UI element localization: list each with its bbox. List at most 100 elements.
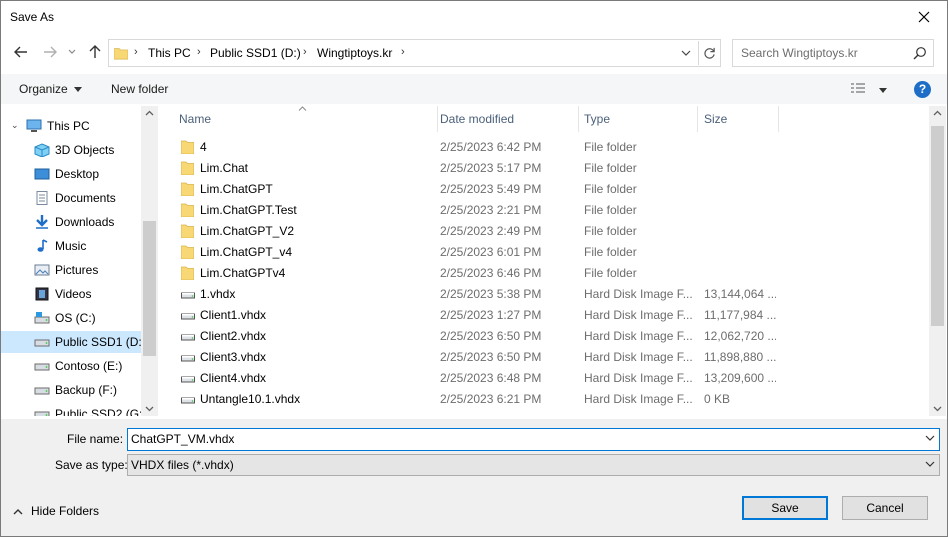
forward-button[interactable]	[42, 44, 58, 60]
file-row[interactable]: Client4.vhdx 2/25/2023 6:48 PM Hard Disk I…	[173, 368, 778, 389]
drive-icon	[34, 312, 50, 324]
file-name-cell: Lim.Chat	[200, 161, 249, 175]
file-type-cell: Hard Disk Image F...	[584, 392, 692, 406]
cancel-button[interactable]: Cancel	[842, 496, 928, 520]
close-button[interactable]	[901, 1, 947, 33]
scroll-down-icon[interactable]	[929, 402, 946, 416]
file-row[interactable]: 4 2/25/2023 6:42 PM File folder	[173, 137, 778, 158]
recent-locations-button[interactable]	[67, 44, 77, 60]
sidebar-item-public-ssd2[interactable]: Public SSD2 (G:)	[1, 403, 146, 416]
breadcrumb-public-ssd1[interactable]: Public SSD1 (D:)	[210, 46, 301, 60]
vhdx-icon	[181, 350, 195, 367]
documents-icon	[36, 191, 48, 205]
date-modified-cell: 2/25/2023 1:27 PM	[440, 308, 542, 322]
scrollbar-thumb[interactable]	[143, 221, 156, 356]
file-row[interactable]: Lim.ChatGPT.Test 2/25/2023 2:21 PM File fo…	[173, 200, 778, 221]
date-modified-cell: 2/25/2023 2:21 PM	[440, 203, 542, 217]
column-divider[interactable]	[778, 106, 779, 132]
date-modified-cell: 2/25/2023 6:48 PM	[440, 371, 542, 385]
sidebar-item-label: Pictures	[55, 263, 99, 277]
file-row[interactable]: Lim.ChatGPT 2/25/2023 5:49 PM File folder	[173, 179, 778, 200]
search-box[interactable]: Search Wingtiptoys.kr	[732, 39, 934, 67]
chevron-down-icon[interactable]	[925, 434, 935, 442]
close-icon	[918, 11, 930, 23]
file-row[interactable]: Lim.ChatGPT_v4 2/25/2023 6:01 PM File fold…	[173, 242, 778, 263]
organize-label: Organize	[19, 82, 68, 96]
refresh-button[interactable]	[698, 41, 720, 65]
file-size-cell: 13,209,600 ...	[704, 371, 776, 385]
sidebar-item-music[interactable]: Music	[1, 235, 141, 257]
sidebar-item-documents[interactable]: Documents	[1, 187, 141, 209]
sidebar-item-downloads[interactable]: Downloads	[1, 211, 141, 233]
change-view-button[interactable]	[850, 82, 888, 97]
file-row[interactable]: 1.vhdx 2/25/2023 5:38 PM Hard Disk Image F…	[173, 284, 778, 305]
hide-folders-label: Hide Folders	[31, 504, 100, 518]
help-button[interactable]: ?	[914, 81, 931, 98]
sidebar-item-label: Music	[55, 239, 87, 253]
chevron-down-icon	[925, 461, 935, 467]
file-name-cell: Lim.ChatGPT_v4	[200, 245, 293, 259]
chevron-down-icon[interactable]: ⌄	[11, 120, 19, 131]
file-row[interactable]: Client2.vhdx 2/25/2023 6:50 PM Hard Disk I…	[173, 326, 778, 347]
hide-folders-button[interactable]: Hide Folders	[13, 504, 99, 518]
file-type-cell: Hard Disk Image F...	[584, 350, 692, 364]
navigation-pane-scrollbar[interactable]	[141, 106, 158, 416]
sidebar-item-videos[interactable]: Videos	[1, 283, 141, 305]
sidebar-item-contoso-e[interactable]: Contoso (E:)	[1, 355, 141, 377]
up-button[interactable]	[87, 44, 103, 60]
music-icon	[37, 239, 48, 252]
sidebar-item-label: OS (C:)	[55, 311, 96, 325]
details-view-icon	[851, 83, 865, 93]
sidebar-item-backup-f[interactable]: Backup (F:)	[1, 379, 141, 401]
date-modified-cell: 2/25/2023 5:49 PM	[440, 182, 542, 196]
breadcrumb-separator: ›	[303, 46, 307, 58]
scroll-down-icon[interactable]	[141, 402, 158, 416]
sidebar-item-this-pc[interactable]: ⌄ This PC	[1, 115, 141, 137]
sidebar-item-label: Videos	[55, 287, 92, 301]
folder-icon	[180, 224, 195, 241]
file-type-cell: Hard Disk Image F...	[584, 371, 692, 385]
window-title: Save As	[10, 10, 55, 24]
file-row[interactable]: Lim.ChatGPTv4 2/25/2023 6:46 PM File folde…	[173, 263, 778, 284]
sidebar-item-desktop[interactable]: Desktop	[1, 163, 141, 185]
breadcrumb-wingtiptoys[interactable]: Wingtiptoys.kr	[317, 46, 392, 60]
sidebar-item-os-c[interactable]: OS (C:)	[1, 307, 141, 329]
file-row[interactable]: Lim.Chat 2/25/2023 5:17 PM File folder	[173, 158, 778, 179]
date-modified-cell: 2/25/2023 6:46 PM	[440, 266, 542, 280]
sidebar-item-pictures[interactable]: Pictures	[1, 259, 141, 281]
file-row[interactable]: Lim.ChatGPT_V2 2/25/2023 2:49 PM File fold…	[173, 221, 778, 242]
save-as-type-dropdown[interactable]: VHDX files (*.vhdx)	[127, 454, 940, 476]
new-folder-button[interactable]: New folder	[111, 82, 168, 96]
file-type-cell: File folder	[584, 266, 637, 280]
file-row[interactable]: Untangle10.1.vhdx 2/25/2023 6:21 PM Hard D…	[173, 389, 778, 410]
file-list-scrollbar[interactable]	[929, 106, 946, 416]
column-header-date-modified[interactable]: Date modified	[438, 106, 578, 132]
scrollbar-thumb[interactable]	[931, 126, 944, 326]
address-bar[interactable]: › This PC › Public SSD1 (D:) › Wingtipto…	[108, 39, 721, 67]
file-name-label: File name:	[67, 432, 124, 446]
sidebar-item-public-ssd1[interactable]: Public SSD1 (D:)	[1, 331, 146, 353]
sidebar-item-label: 3D Objects	[55, 143, 115, 157]
up-arrow-icon	[89, 45, 101, 58]
file-name-input[interactable]	[131, 432, 911, 446]
column-header-name[interactable]: Name	[161, 106, 437, 132]
date-modified-cell: 2/25/2023 5:17 PM	[440, 161, 542, 175]
sidebar-item-label: Contoso (E:)	[55, 359, 123, 373]
file-name-field[interactable]	[127, 428, 940, 451]
vhdx-icon	[181, 329, 195, 346]
file-row[interactable]: Client1.vhdx 2/25/2023 1:27 PM Hard Disk I…	[173, 305, 778, 326]
refresh-icon	[704, 47, 715, 59]
breadcrumb-this-pc[interactable]: This PC	[148, 46, 191, 60]
scroll-up-icon[interactable]	[929, 106, 946, 120]
scroll-up-icon[interactable]	[141, 106, 158, 120]
save-button[interactable]: Save	[742, 496, 828, 520]
address-dropdown-button[interactable]	[674, 41, 698, 65]
column-header-type[interactable]: Type	[579, 106, 697, 132]
file-list: Name Date modified Type Size 4 2/25/2023 …	[161, 106, 929, 416]
sidebar-item-3d-objects[interactable]: 3D Objects	[1, 139, 141, 161]
back-button[interactable]	[13, 44, 29, 60]
drive-icon	[34, 363, 50, 371]
organize-button[interactable]: Organize	[19, 82, 83, 96]
column-header-size[interactable]: Size	[698, 106, 778, 132]
file-row[interactable]: Client3.vhdx 2/25/2023 6:50 PM Hard Disk I…	[173, 347, 778, 368]
